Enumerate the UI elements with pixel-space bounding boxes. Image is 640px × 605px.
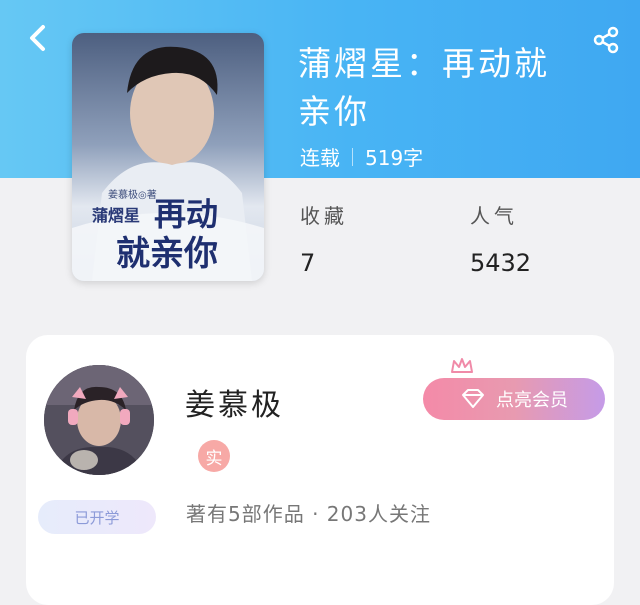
- diamond-icon: [462, 389, 484, 408]
- share-icon: [593, 26, 619, 54]
- stat-collect-value: 7: [300, 249, 316, 277]
- share-button[interactable]: [590, 24, 622, 56]
- chevron-left-icon: [30, 25, 45, 51]
- avatar-image: [44, 365, 154, 475]
- back-button[interactable]: [20, 20, 56, 56]
- opened-badge: 已开学: [38, 500, 156, 534]
- book-status: 连载: [300, 146, 340, 170]
- stat-popularity: 人气 5432: [470, 200, 531, 277]
- stat-collect-label: 收藏: [300, 204, 348, 228]
- cover-title-line2: 就亲你: [116, 234, 218, 274]
- stat-collect: 收藏 7: [300, 200, 348, 277]
- book-title: 蒲熠星：再动就亲你: [298, 44, 550, 131]
- author-name[interactable]: 姜慕极: [185, 380, 284, 424]
- membership-button-label: 点亮会员: [496, 390, 568, 411]
- opened-badge-label: 已开学: [74, 508, 120, 527]
- verified-badge: 实: [198, 440, 230, 472]
- cover-title-line1: 再动: [154, 195, 218, 233]
- crown-icon: [451, 358, 473, 373]
- book-cover-art: 姜慕极◎著 蒲熠星 再动 就亲你: [72, 33, 264, 281]
- activate-membership-button[interactable]: 点亮会员: [423, 378, 605, 420]
- cover-author-tag: 姜慕极◎著: [108, 188, 157, 201]
- book-meta: 连载 519字: [300, 142, 423, 171]
- book-cover[interactable]: 姜慕极◎著 蒲熠星 再动 就亲你: [72, 33, 264, 281]
- stat-popularity-label: 人气: [470, 204, 518, 228]
- meta-divider: [352, 147, 353, 166]
- stat-popularity-value: 5432: [470, 249, 532, 277]
- cover-series-text: 蒲熠星: [92, 206, 140, 225]
- author-avatar[interactable]: [44, 365, 154, 475]
- author-works-line: 著有5部作品 · 203人关注: [186, 502, 431, 526]
- word-count: 519字: [365, 146, 424, 170]
